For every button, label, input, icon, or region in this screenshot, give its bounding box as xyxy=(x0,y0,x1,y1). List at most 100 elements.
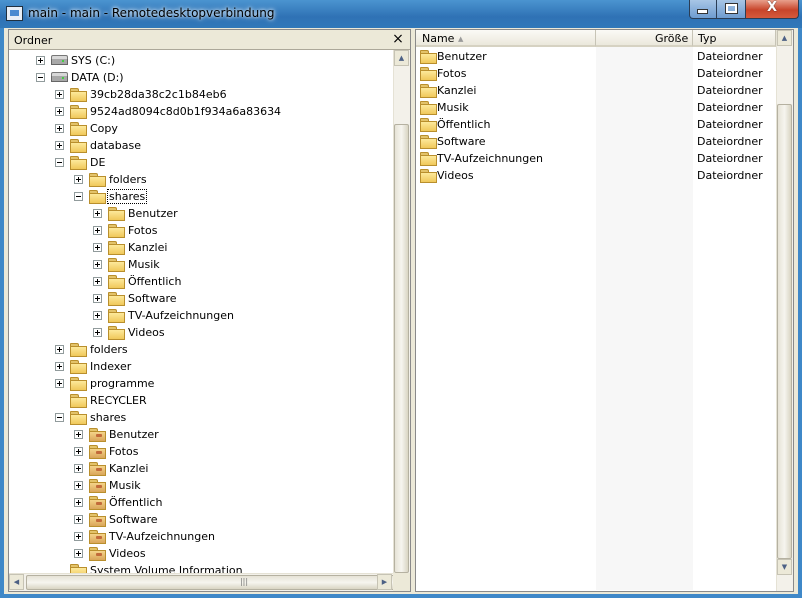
expand-icon[interactable] xyxy=(74,447,83,456)
tree-item-label: Öffentlich xyxy=(128,275,182,288)
column-header-name[interactable]: Name ▲ xyxy=(416,30,596,47)
file-list-row[interactable]: Videos Dateiordner xyxy=(416,167,776,184)
tree-item[interactable]: RECYCLER xyxy=(9,392,393,409)
expand-icon[interactable] xyxy=(74,430,83,439)
tree-item[interactable]: System Volume Information xyxy=(9,562,393,573)
scroll-up-button[interactable]: ▲ xyxy=(777,30,792,46)
tree-item[interactable]: Videos xyxy=(9,545,393,562)
tree-item[interactable]: Kanzlei xyxy=(9,239,393,256)
close-button[interactable]: X xyxy=(745,0,799,19)
tree-item[interactable]: database xyxy=(9,137,393,154)
tree-item[interactable]: 9524ad8094c8d0b1f934a6a83634 xyxy=(9,103,393,120)
tree-item-label: Musik xyxy=(109,479,141,492)
collapse-icon[interactable] xyxy=(55,158,64,167)
folder-pane-close-button[interactable]: × xyxy=(391,31,405,47)
tree-item[interactable]: Öffentlich xyxy=(9,273,393,290)
scroll-thumb[interactable] xyxy=(777,104,792,559)
tree-item[interactable]: folders xyxy=(9,171,393,188)
tree-item[interactable]: Benutzer xyxy=(9,205,393,222)
expand-icon[interactable] xyxy=(93,328,102,337)
tree-item[interactable]: shares xyxy=(9,409,393,426)
expand-icon[interactable] xyxy=(74,549,83,558)
file-list-row[interactable]: Benutzer Dateiordner xyxy=(416,48,776,65)
expand-icon[interactable] xyxy=(93,294,102,303)
tree-item[interactable]: programme xyxy=(9,375,393,392)
tree-item[interactable]: Videos xyxy=(9,324,393,341)
folder-icon xyxy=(108,224,125,238)
file-list-row[interactable]: TV-Aufzeichnungen Dateiordner xyxy=(416,150,776,167)
expand-icon[interactable] xyxy=(55,124,64,133)
tree-item-label: Kanzlei xyxy=(128,241,168,254)
column-header-size[interactable]: Größe xyxy=(596,30,693,47)
expand-icon[interactable] xyxy=(93,277,102,286)
file-list-row[interactable]: Fotos Dateiordner xyxy=(416,65,776,82)
expand-icon[interactable] xyxy=(55,379,64,388)
tree-item[interactable]: Software xyxy=(9,511,393,528)
expand-icon[interactable] xyxy=(93,243,102,252)
file-list-row[interactable]: Software Dateiordner xyxy=(416,133,776,150)
file-type: Dateiordner xyxy=(697,101,763,114)
expand-icon[interactable] xyxy=(74,464,83,473)
tree-item[interactable]: Copy xyxy=(9,120,393,137)
tree-item[interactable]: SYS (C:) xyxy=(9,52,393,69)
tree-item[interactable]: shares xyxy=(9,188,393,205)
maximize-button[interactable] xyxy=(716,0,746,19)
expand-icon[interactable] xyxy=(36,56,45,65)
expand-icon[interactable] xyxy=(55,141,64,150)
tree-item[interactable]: Öffentlich xyxy=(9,494,393,511)
tree-item[interactable]: TV-Aufzeichnungen xyxy=(9,528,393,545)
collapse-icon[interactable] xyxy=(36,73,45,82)
scroll-down-button[interactable]: ▼ xyxy=(777,559,792,575)
shared-folder-icon xyxy=(89,479,106,493)
tree-item[interactable]: 39cb28da38c2c1b84eb6 xyxy=(9,86,393,103)
minimize-button[interactable] xyxy=(689,0,717,19)
file-list-row[interactable]: Kanzlei Dateiordner xyxy=(416,82,776,99)
collapse-icon[interactable] xyxy=(74,192,83,201)
scroll-up-button[interactable]: ▲ xyxy=(394,50,409,66)
column-header-type[interactable]: Typ xyxy=(693,30,776,47)
expand-icon[interactable] xyxy=(93,311,102,320)
expand-icon[interactable] xyxy=(55,362,64,371)
file-list-vertical-scrollbar[interactable]: ▲ ▼ xyxy=(776,30,793,591)
tree-item[interactable]: Musik xyxy=(9,256,393,273)
file-name: Musik xyxy=(437,101,469,114)
file-list-row[interactable]: Musik Dateiordner xyxy=(416,99,776,116)
file-list-row[interactable]: Öffentlich Dateiordner xyxy=(416,116,776,133)
expand-icon[interactable] xyxy=(74,515,83,524)
tree-item[interactable]: Software xyxy=(9,290,393,307)
tree-item[interactable]: DATA (D:) xyxy=(9,69,393,86)
folder-tree-vertical-scrollbar[interactable]: ▲ xyxy=(393,50,410,573)
scroll-thumb[interactable] xyxy=(394,124,409,573)
collapse-icon[interactable] xyxy=(55,413,64,422)
folder-icon xyxy=(420,50,437,64)
expand-icon[interactable] xyxy=(74,498,83,507)
expand-icon[interactable] xyxy=(55,107,64,116)
tree-item[interactable]: Benutzer xyxy=(9,426,393,443)
minimize-icon xyxy=(698,10,707,13)
expand-icon[interactable] xyxy=(74,481,83,490)
tree-item[interactable]: Fotos xyxy=(9,443,393,460)
tree-item[interactable]: TV-Aufzeichnungen xyxy=(9,307,393,324)
tree-item[interactable]: Fotos xyxy=(9,222,393,239)
expand-icon[interactable] xyxy=(55,345,64,354)
tree-item[interactable]: Kanzlei xyxy=(9,460,393,477)
expand-icon[interactable] xyxy=(93,226,102,235)
tree-item[interactable]: Musik xyxy=(9,477,393,494)
tree-item[interactable]: Indexer xyxy=(9,358,393,375)
close-icon: X xyxy=(766,0,778,15)
folder-tree-horizontal-scrollbar[interactable]: ◀ ||| ▶ xyxy=(9,573,410,591)
tree-item[interactable]: folders xyxy=(9,341,393,358)
expand-icon[interactable] xyxy=(93,260,102,269)
tree-item[interactable]: DE xyxy=(9,154,393,171)
tree-item-label: programme xyxy=(90,377,155,390)
expand-icon[interactable] xyxy=(93,209,102,218)
expand-icon[interactable] xyxy=(55,90,64,99)
title-bar[interactable]: main - main - Remotedesktopverbindung X xyxy=(0,0,802,28)
drive-icon xyxy=(51,72,68,82)
scroll-right-button[interactable]: ▶ xyxy=(377,574,392,590)
expand-icon[interactable] xyxy=(74,532,83,541)
expand-icon[interactable] xyxy=(74,175,83,184)
horizontal-scroll-thumb[interactable]: ||| xyxy=(26,575,410,590)
file-type: Dateiordner xyxy=(697,135,763,148)
scroll-left-button[interactable]: ◀ xyxy=(9,574,24,590)
